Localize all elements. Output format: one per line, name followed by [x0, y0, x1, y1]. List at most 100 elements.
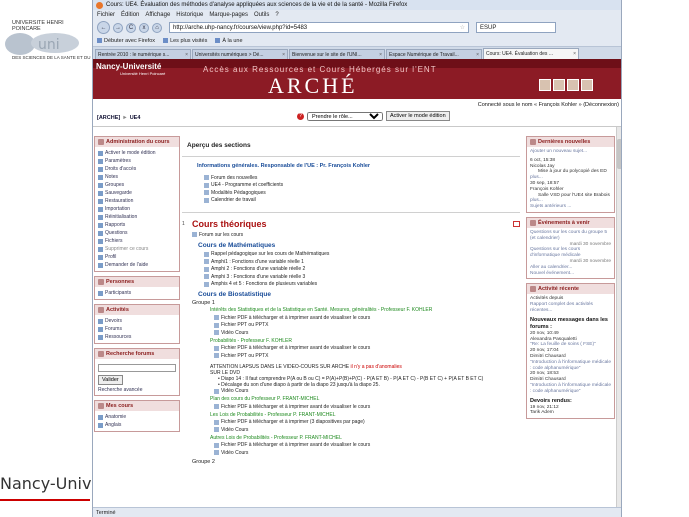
list-item[interactable]: Amphi 2 : Fonctions d'une variable réell…: [204, 266, 520, 274]
tab-rentree[interactable]: Rentrée 2010 : le numérique s... ×: [95, 49, 191, 59]
menu-help[interactable]: ?: [275, 12, 278, 18]
list-item[interactable]: Fichier PDF à télécharger et à imprimer …: [214, 314, 520, 322]
back-icon[interactable]: ←: [97, 21, 110, 34]
banner-photos: [539, 79, 593, 91]
persons-icon: [98, 279, 104, 285]
list-item[interactable]: Paramètres: [98, 157, 176, 165]
bookmark-a-la-une[interactable]: À la une: [215, 38, 243, 44]
list-item[interactable]: Supprimer ce cours: [98, 245, 176, 253]
list-item[interactable]: Amphi 3 : Fonctions d'une variable réell…: [204, 273, 520, 281]
bookmark-plus-visites[interactable]: Les plus visités: [163, 38, 207, 44]
list-item[interactable]: Fichier PDF à télécharger et à imprimer …: [214, 419, 520, 427]
section-highlight-icon[interactable]: [513, 221, 520, 227]
tab-universites[interactable]: Universités numériques > Dé... ×: [192, 49, 288, 59]
nancy-logo-text: Nancy-Université: [96, 62, 162, 71]
close-tab-icon[interactable]: ×: [476, 52, 479, 58]
scrollbar-thumb[interactable]: [617, 139, 621, 169]
tab-bienvenue[interactable]: Bienvenue sur le site de l'UNI... ×: [289, 49, 385, 59]
list-item[interactable]: Demander de l'aide: [98, 261, 176, 269]
file-icon: [214, 315, 219, 321]
list-item[interactable]: Réinitialisation: [98, 213, 176, 221]
list-item[interactable]: Anglais: [98, 421, 176, 429]
list-item[interactable]: Vidéo Cours: [214, 449, 520, 457]
tab-cours-ue4[interactable]: Cours: UE4. Évaluation des ... ×: [483, 48, 579, 59]
admin-block-title: Administration du cours: [106, 139, 170, 145]
list-item[interactable]: Anatomie: [98, 413, 176, 421]
list-item[interactable]: Activer le mode édition: [98, 149, 176, 157]
list-item[interactable]: Fichiers: [98, 237, 176, 245]
tab-ent[interactable]: Espace Numérique de Travail... ×: [386, 49, 482, 59]
forum-search-input[interactable]: [98, 364, 176, 372]
menu-historique[interactable]: Historique: [176, 12, 203, 18]
close-tab-icon[interactable]: ×: [379, 52, 382, 58]
list-item[interactable]: Profil: [98, 253, 176, 261]
video3-link[interactable]: Vidéo Cours: [214, 388, 520, 396]
event-link[interactable]: Questions sur les cours du groupe 5 (et …: [530, 230, 611, 242]
groups-icon: [98, 182, 103, 188]
role-select[interactable]: Prendre le rôle...: [307, 111, 383, 121]
list-item[interactable]: Fichier PDF à télécharger et à imprimer …: [214, 442, 520, 450]
nancy-universite-logo[interactable]: Nancy-Université Université Henri Poinca…: [96, 62, 165, 76]
page-scrollbar[interactable]: [616, 127, 621, 517]
list-item[interactable]: Questions: [98, 229, 176, 237]
list-item[interactable]: Amphi1 : Fonctions d'une variable réelle…: [204, 258, 520, 266]
reload-icon[interactable]: C: [126, 22, 136, 33]
breadcrumb-arche[interactable]: [ARCHE]: [97, 115, 120, 121]
list-item[interactable]: Fichier PPT ou PPTX: [214, 322, 520, 330]
list-item[interactable]: Calendrier de travail: [204, 197, 520, 205]
list-item[interactable]: Fichier PDF à télécharger et à imprimer …: [214, 345, 520, 353]
close-tab-icon[interactable]: ×: [282, 52, 285, 58]
login-info[interactable]: Connecté sous le nom « François Kohler »…: [478, 102, 619, 108]
edit-mode-button[interactable]: Activer le mode édition: [386, 111, 450, 121]
menu-marque-pages[interactable]: Marque-pages: [209, 12, 248, 18]
close-tab-icon[interactable]: ×: [573, 51, 576, 57]
cours-forum-link[interactable]: Forum sur les cours: [192, 231, 520, 239]
list-item[interactable]: Fichier PDF à télécharger et à imprimer …: [214, 403, 520, 411]
post-link[interactable]: "Introduction à l'informatique médicale …: [530, 360, 611, 372]
home-icon[interactable]: ⌂: [152, 22, 162, 33]
list-item[interactable]: Groupes: [98, 181, 176, 189]
menu-fichier[interactable]: Fichier: [97, 12, 115, 18]
menu-affichage[interactable]: Affichage: [145, 12, 170, 18]
list-item[interactable]: Ressources: [98, 333, 176, 341]
list-item[interactable]: Droits d'accès: [98, 165, 176, 173]
bookmark-star-icon[interactable]: ☆: [460, 24, 465, 31]
menu-outils[interactable]: Outils: [254, 12, 269, 18]
list-item[interactable]: Devoirs: [98, 317, 176, 325]
stop-icon[interactable]: x: [139, 22, 149, 33]
list-item[interactable]: Fichier PPT ou PPTX: [214, 352, 520, 360]
unenrol-icon: [98, 246, 103, 252]
close-tab-icon[interactable]: ×: [185, 52, 188, 58]
url-bar[interactable]: http://arche.uhp-nancy.fr/course/view.ph…: [169, 22, 469, 33]
list-item[interactable]: UE4 - Programme et coefficients: [204, 182, 520, 190]
list-item[interactable]: Forum des nouvelles: [204, 174, 520, 182]
list-item[interactable]: Rapports: [98, 221, 176, 229]
list-item[interactable]: Vidéo Cours: [214, 426, 520, 434]
search-engine-box[interactable]: ESUP: [476, 22, 556, 33]
search-submit-button[interactable]: Valider: [98, 375, 123, 385]
list-item-label: Fichier PPT ou PPTX: [221, 352, 269, 359]
list-item[interactable]: Importation: [98, 205, 176, 213]
advanced-search-link[interactable]: Recherche avancée: [98, 387, 176, 393]
list-item[interactable]: Amphis 4 et 5 : Fonctions de plusieurs v…: [204, 281, 520, 289]
bookmark-debuter[interactable]: Débuter avec Firefox: [97, 38, 155, 44]
list-item[interactable]: Vidéo Cours: [214, 329, 520, 337]
list-item[interactable]: Participants: [98, 289, 176, 297]
list-item[interactable]: Rappel pédagogique sur les cours de Math…: [204, 251, 520, 259]
new-event-link[interactable]: Nouvel événement...: [530, 271, 611, 277]
file-icon: [214, 330, 219, 336]
list-item[interactable]: Notes: [98, 173, 176, 181]
biostat-heading: Cours de Biostatistique: [198, 291, 271, 298]
menu-edition[interactable]: Édition: [121, 12, 139, 18]
right-column: Dernières nouvelles Ajouter un nouveau s…: [526, 136, 615, 423]
event-link[interactable]: Questions sur les cours d'informatique m…: [530, 247, 611, 259]
list-item[interactable]: Modalités Pédagogiques: [204, 189, 520, 197]
help-icon[interactable]: ?: [297, 112, 304, 120]
full-report-link[interactable]: Rapport complet des activités récentes..…: [530, 302, 611, 314]
older-topics-link[interactable]: Sujets antérieurs ...: [530, 204, 611, 210]
list-item[interactable]: Restauration: [98, 197, 176, 205]
list-item[interactable]: Forums: [98, 325, 176, 333]
list-item[interactable]: Sauvegarde: [98, 189, 176, 197]
forward-icon[interactable]: →: [113, 22, 123, 33]
post-link[interactable]: "Introduction à l'informatique médicale …: [530, 383, 611, 395]
